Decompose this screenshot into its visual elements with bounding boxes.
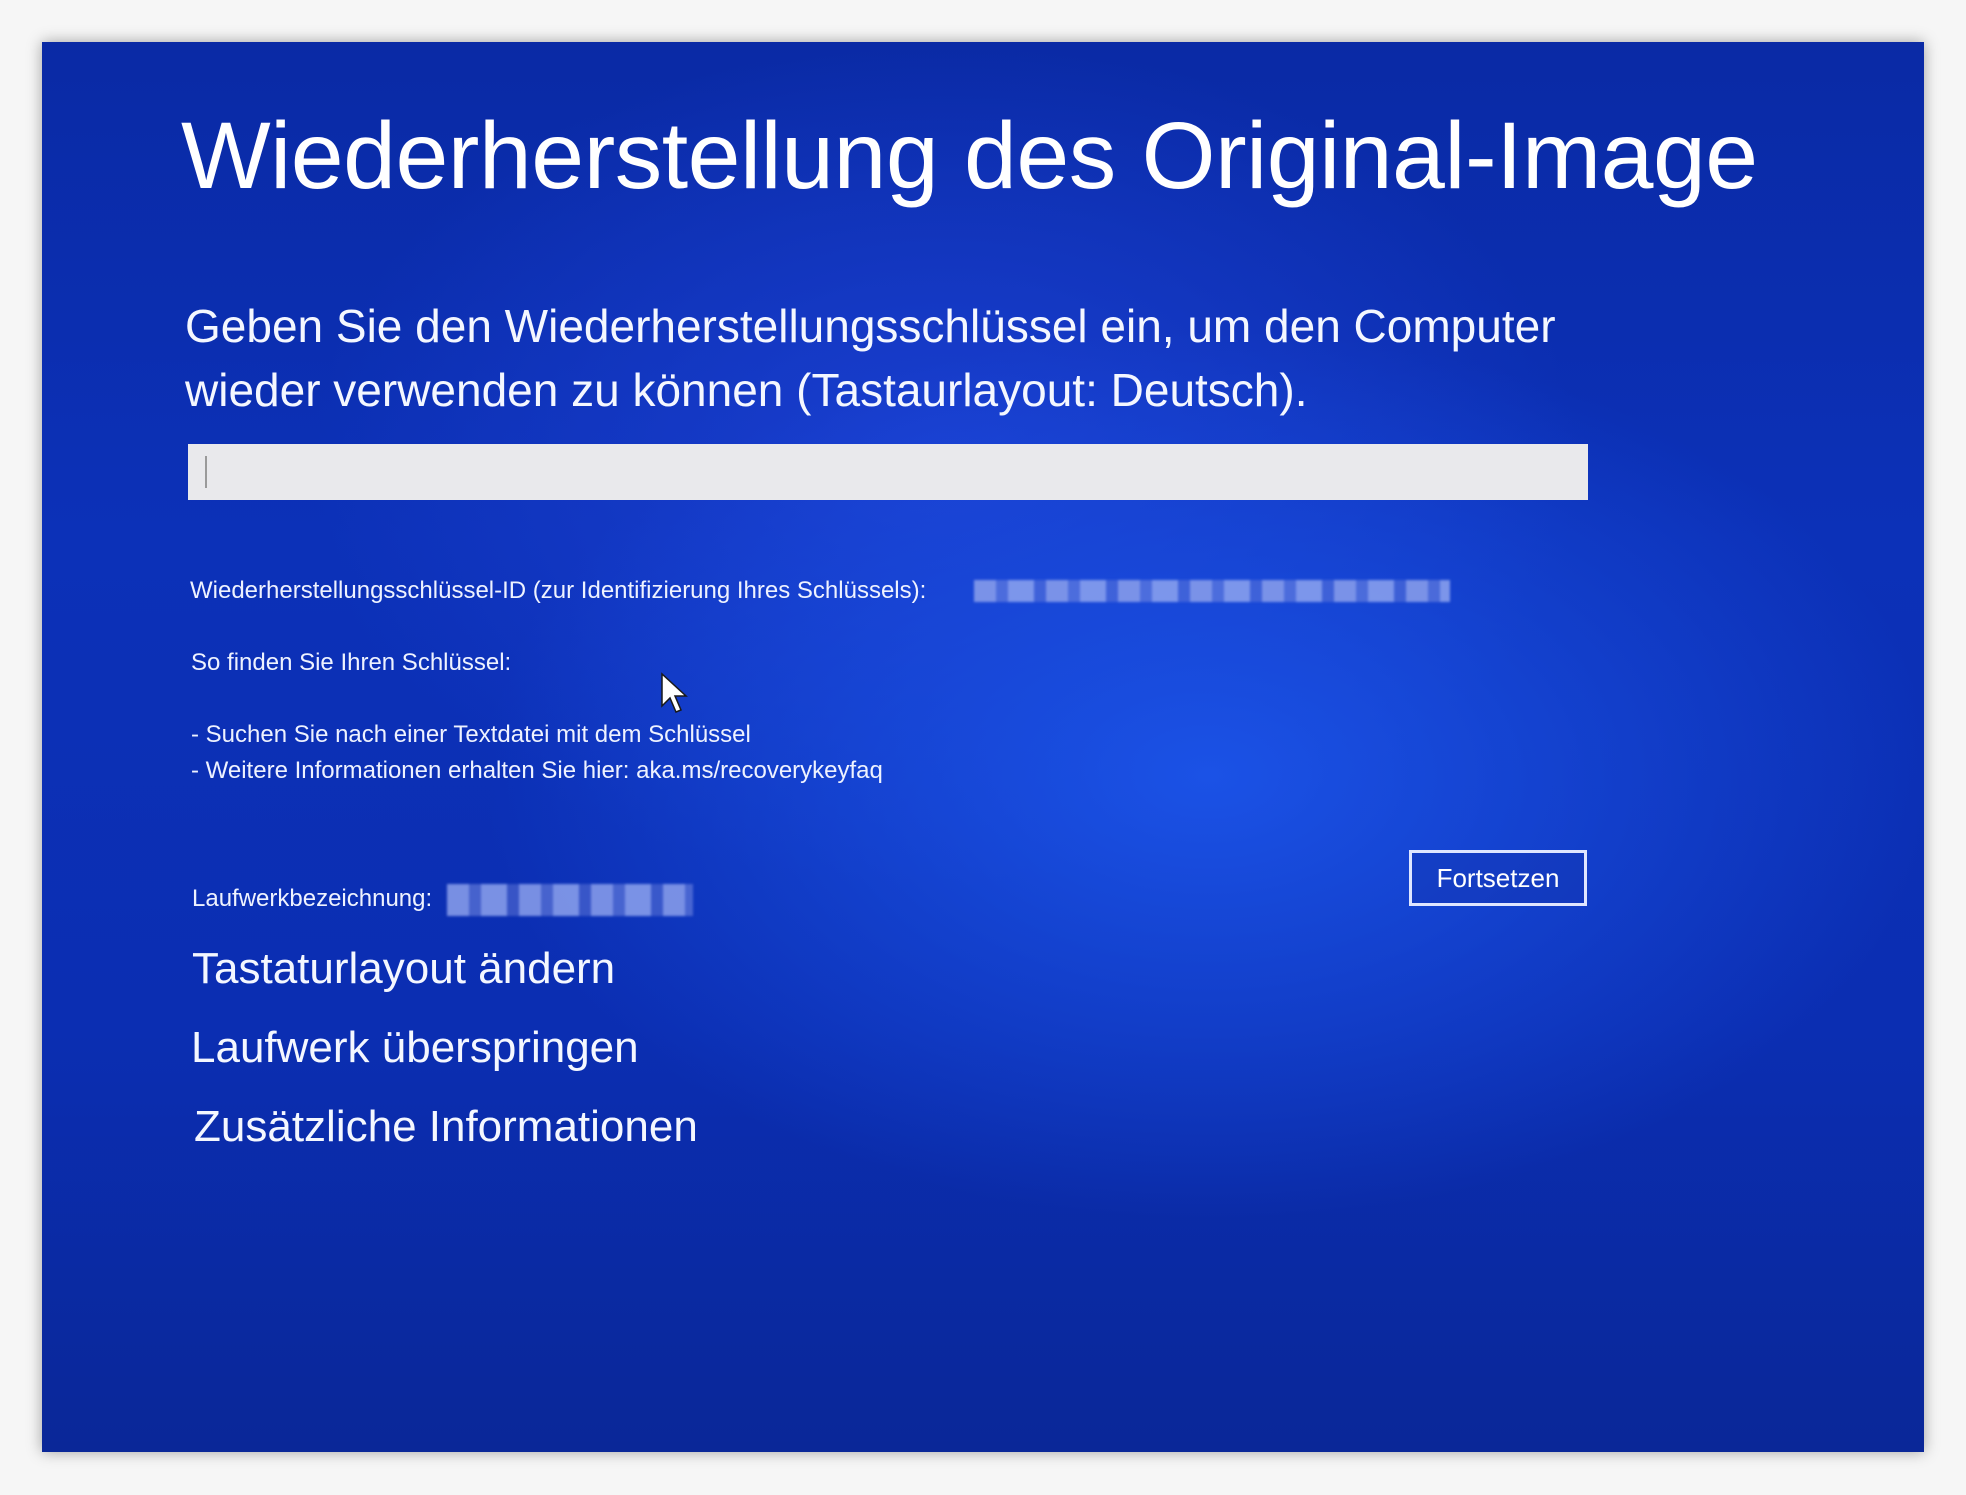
photo-frame: Wiederherstellung des Original-Image Geb… — [0, 0, 1966, 1495]
drive-name-redacted — [447, 884, 693, 916]
instruction-line-1: Geben Sie den Wiederherstellungsschlüsse… — [185, 300, 1556, 352]
skip-drive-link[interactable]: Laufwerk überspringen — [191, 1023, 639, 1073]
help-item-textfile: - Suchen Sie nach einer Textdatei mit de… — [191, 721, 751, 748]
drive-label: Laufwerkbezeichnung: — [192, 885, 433, 912]
text-caret — [205, 456, 207, 488]
key-id-label: Wiederherstellungsschlüssel-ID (zur Iden… — [190, 577, 927, 604]
additional-info-link[interactable]: Zusätzliche Informationen — [194, 1102, 698, 1152]
bitlocker-recovery-screen: Wiederherstellung des Original-Image Geb… — [42, 42, 1924, 1452]
help-item-faq-link: - Weitere Informationen erhalten Sie hie… — [191, 757, 883, 784]
instruction-line-2: wieder verwenden zu können (Tastaurlayou… — [185, 364, 1308, 416]
page-title: Wiederherstellung des Original-Image — [181, 103, 1758, 209]
change-keyboard-layout-link[interactable]: Tastaturlayout ändern — [192, 944, 615, 994]
instruction-text: Geben Sie den Wiederherstellungsschlüsse… — [185, 294, 1556, 422]
recovery-key-input[interactable] — [188, 444, 1588, 500]
key-id-value-redacted — [974, 580, 1450, 602]
help-heading: So finden Sie Ihren Schlüssel: — [191, 649, 512, 676]
mouse-pointer-icon — [661, 672, 688, 713]
continue-button[interactable]: Fortsetzen — [1409, 850, 1587, 906]
